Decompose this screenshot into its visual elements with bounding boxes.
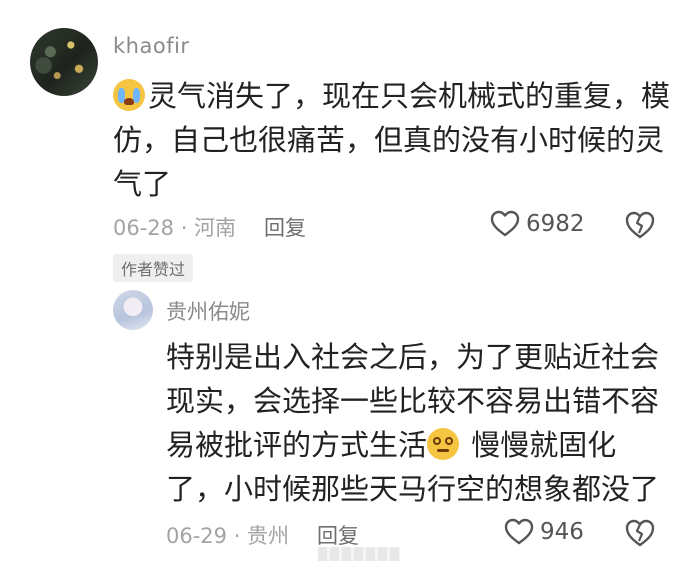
comment-thread: khaofir 灵气消失了，现在只会机械式的重复，模仿，自己也很痛苦，但真的没有… — [0, 0, 690, 576]
author-liked-badge: 作者赞过 — [113, 254, 194, 282]
reply-reply-button[interactable]: 回复 — [317, 524, 359, 548]
like-count: 6982 — [526, 211, 585, 237]
dizzy-face-icon — [427, 428, 460, 460]
comment-meta: 06-28 · 河南 回复 — [113, 212, 306, 242]
comment-body: 灵气消失了，现在只会机械式的重复，模仿，自己也很痛苦，但真的没有小时候的灵气了 — [113, 79, 671, 201]
reply-button[interactable]: 回复 — [264, 216, 306, 240]
dislike-button[interactable] — [624, 210, 656, 244]
reply-dislike-button[interactable] — [624, 518, 656, 552]
reply-meta: 06-29 · 贵州 回复 — [166, 520, 359, 550]
reply-avatar[interactable] — [113, 290, 153, 330]
reply-username[interactable]: 贵州佑妮 — [166, 296, 250, 326]
username[interactable]: khaofir — [113, 34, 190, 58]
heart-outline-icon — [504, 518, 534, 545]
broken-heart-icon — [625, 211, 655, 239]
reply-comment-text: 特别是出入社会之后，为了更贴近社会现实，会选择一些比较不容易出错不容易被批评的方… — [166, 335, 666, 511]
reply-like-count: 946 — [540, 519, 584, 545]
comment-date-location: 06-28 · 河南 — [113, 216, 237, 240]
reply-like-button[interactable]: 946 — [504, 518, 584, 546]
reply-date-location: 06-29 · 贵州 — [166, 524, 290, 548]
like-button[interactable]: 6982 — [490, 210, 585, 238]
heart-outline-icon — [490, 210, 520, 237]
broken-heart-icon — [625, 519, 655, 547]
avatar[interactable] — [30, 28, 98, 96]
watermark-logo — [318, 547, 400, 561]
loudly-crying-face-icon — [113, 79, 145, 111]
comment-text: 灵气消失了，现在只会机械式的重复，模仿，自己也很痛苦，但真的没有小时候的灵气了 — [113, 74, 673, 206]
